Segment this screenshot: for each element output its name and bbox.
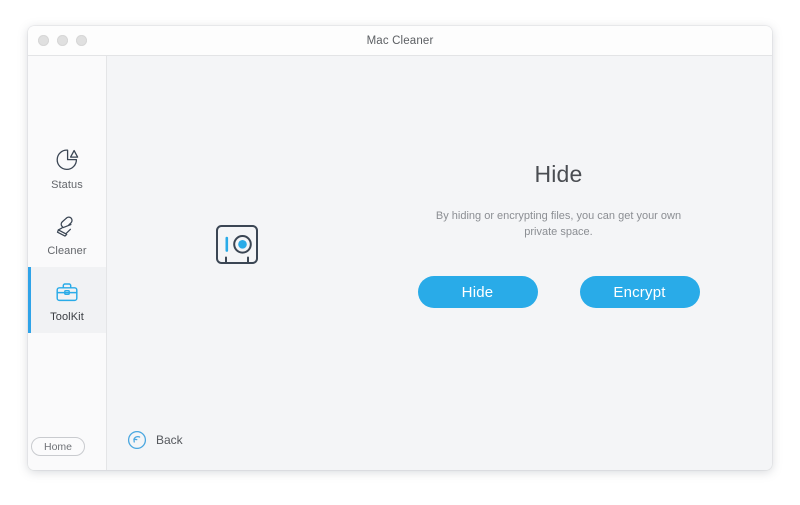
sidebar: Status Cleaner ToolKit Home <box>28 56 107 470</box>
back-label: Back <box>156 433 183 447</box>
minimize-dot[interactable] <box>57 35 68 46</box>
sidebar-item-label: Status <box>51 178 83 191</box>
toolbox-icon <box>53 278 81 306</box>
brush-icon <box>53 212 81 240</box>
feature-info: Hide By hiding or encrypting files, you … <box>367 161 772 308</box>
pie-chart-icon <box>53 146 81 174</box>
sidebar-item-cleaner[interactable]: Cleaner <box>28 201 106 267</box>
hide-button[interactable]: Hide <box>417 276 538 308</box>
main-content: Hide By hiding or encrypting files, you … <box>107 56 772 470</box>
feature-icon-wrap <box>107 161 367 270</box>
back-button[interactable]: Back <box>127 430 183 450</box>
home-button[interactable]: Home <box>31 437 85 456</box>
sidebar-item-label: ToolKit <box>50 310 84 323</box>
window-body: Status Cleaner ToolKit Home Hide By hidi… <box>28 56 772 470</box>
encrypt-button[interactable]: Encrypt <box>579 276 700 308</box>
sidebar-item-toolkit[interactable]: ToolKit <box>28 267 106 333</box>
app-window: Mac Cleaner Status Cleaner ToolKit Home … <box>28 26 772 470</box>
feature-row: Hide By hiding or encrypting files, you … <box>107 161 772 308</box>
sidebar-nav: Status Cleaner ToolKit <box>28 135 106 333</box>
window-title: Mac Cleaner <box>366 34 434 47</box>
back-arrow-circle-icon <box>127 430 147 450</box>
maximize-dot[interactable] <box>76 35 87 46</box>
safe-vault-icon <box>215 224 259 270</box>
sidebar-item-label: Cleaner <box>47 244 87 257</box>
sidebar-item-status[interactable]: Status <box>28 135 106 201</box>
feature-description: By hiding or encrypting files, you can g… <box>435 210 682 238</box>
page-title: Hide <box>534 161 583 187</box>
sidebar-footer: Home <box>28 437 106 470</box>
action-buttons: Hide Encrypt <box>417 276 700 308</box>
title-bar: Mac Cleaner <box>28 26 772 56</box>
traffic-lights <box>38 26 87 55</box>
close-dot[interactable] <box>38 35 49 46</box>
